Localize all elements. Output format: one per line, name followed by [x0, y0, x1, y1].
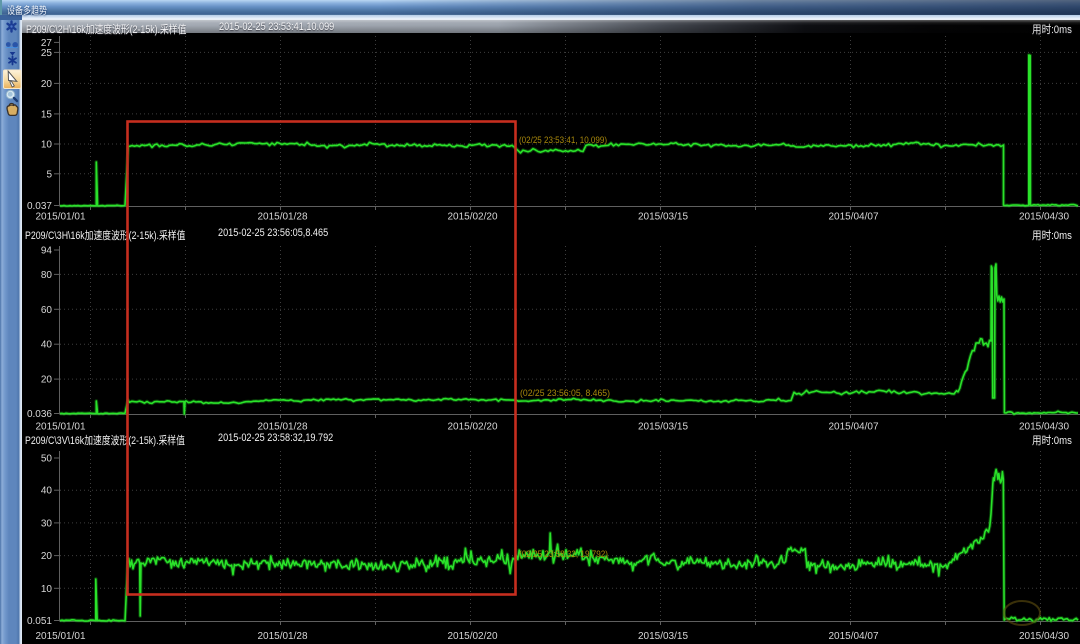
svg-text:(02/25 23:56:05, 8.465): (02/25 23:56:05, 8.465) — [520, 388, 610, 399]
svg-text:2015/04/07: 2015/04/07 — [828, 212, 878, 223]
svg-text:2015/02/20: 2015/02/20 — [447, 631, 497, 642]
svg-text:(02/25 23:58:32, 19.792): (02/25 23:58:32, 19.792) — [519, 549, 608, 560]
svg-text:2015/03/15: 2015/03/15 — [638, 631, 688, 642]
svg-text:2015/01/28: 2015/01/28 — [257, 422, 307, 433]
svg-text:2015/01/01: 2015/01/01 — [35, 422, 85, 433]
svg-text:2015/04/30: 2015/04/30 — [1019, 212, 1069, 223]
svg-text:0.051: 0.051 — [27, 616, 52, 627]
svg-text:5: 5 — [46, 169, 52, 180]
svg-text:2015/01/28: 2015/01/28 — [257, 631, 307, 642]
svg-text:10: 10 — [41, 584, 53, 595]
svg-text:20: 20 — [41, 79, 53, 90]
svg-text:30: 30 — [41, 518, 53, 529]
svg-text:2015/04/30: 2015/04/30 — [1019, 631, 1069, 642]
svg-text:2015/01/01: 2015/01/01 — [35, 212, 85, 223]
svg-text:0.036: 0.036 — [27, 409, 52, 420]
svg-text:2015/03/15: 2015/03/15 — [638, 212, 688, 223]
svg-text:20: 20 — [41, 375, 53, 386]
svg-text:2015/02/20: 2015/02/20 — [447, 422, 497, 433]
svg-text:94: 94 — [41, 246, 53, 257]
svg-text:2015/01/28: 2015/01/28 — [257, 212, 307, 223]
svg-text:2015/01/01: 2015/01/01 — [35, 631, 85, 642]
svg-text:80: 80 — [41, 270, 53, 281]
svg-text:2015/04/30: 2015/04/30 — [1019, 422, 1069, 433]
svg-text:(02/25 23:53:41, 10.099): (02/25 23:53:41, 10.099) — [519, 135, 607, 146]
svg-text:2015/04/07: 2015/04/07 — [828, 422, 878, 433]
svg-text:2015/04/07: 2015/04/07 — [828, 631, 878, 642]
svg-text:2015/02/20: 2015/02/20 — [447, 212, 497, 223]
svg-text:50: 50 — [41, 454, 53, 465]
svg-text:20: 20 — [41, 551, 53, 562]
svg-text:25: 25 — [41, 48, 53, 59]
svg-text:0.037: 0.037 — [27, 201, 52, 212]
svg-text:40: 40 — [41, 486, 53, 497]
svg-text:40: 40 — [41, 340, 53, 351]
svg-text:2015/03/15: 2015/03/15 — [638, 422, 688, 433]
svg-text:60: 60 — [41, 305, 53, 316]
svg-text:15: 15 — [41, 109, 53, 120]
svg-text:10: 10 — [41, 140, 53, 151]
